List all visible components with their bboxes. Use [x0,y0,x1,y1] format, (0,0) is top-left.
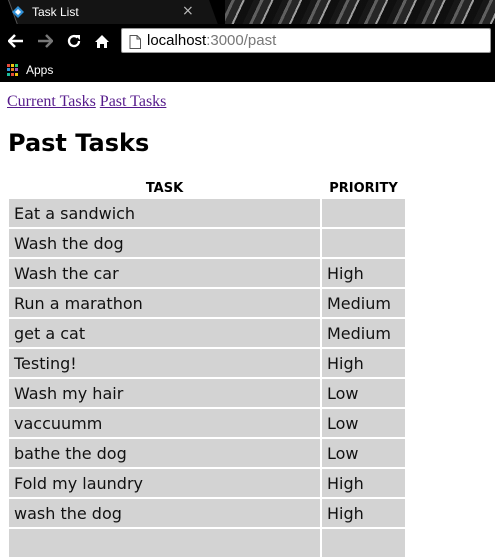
browser-chrome: Task List × localhost:3000/past Apps [0,0,495,82]
priority-cell: Low [322,439,405,467]
table-row: bathe the dog Low [9,439,405,467]
table-row: Wash the car High [9,259,405,287]
apps-bookmark[interactable]: Apps [26,63,53,77]
task-cell: Wash the dog [9,229,320,257]
forward-icon[interactable] [36,32,54,50]
task-cell: Eat a sandwich [9,199,320,227]
task-cell: bathe the dog [9,439,320,467]
priority-cell: High [322,469,405,497]
url-path: :3000/past [206,32,277,49]
apps-icon[interactable] [7,64,19,76]
priority-cell: High [322,499,405,527]
table-row: Eat a sandwich [9,199,405,227]
table-row: vaccuumm Low [9,409,405,437]
table-row: wash the dog High [9,499,405,527]
priority-cell [322,229,405,257]
table-row: Fold my laundry High [9,469,405,497]
current-tasks-link[interactable]: Current Tasks [7,93,96,110]
priority-cell: Low [322,379,405,407]
priority-cell [322,529,405,557]
priority-cell: Medium [322,319,405,347]
nav-links: Current Tasks Past Tasks [7,93,166,111]
task-cell: vaccuumm [9,409,320,437]
table-row: get a cat Medium [9,319,405,347]
url-text: localhost:3000/past [147,32,276,49]
task-cell: Fold my laundry [9,469,320,497]
bookmarks-bar: Apps [0,58,495,82]
priority-cell: High [322,349,405,377]
task-cell: Wash the car [9,259,320,287]
priority-cell: Medium [322,289,405,317]
task-column-header: TASK [145,181,184,196]
priority-cell: High [322,259,405,287]
page-icon [129,34,141,49]
new-tab-area[interactable] [225,0,495,24]
priority-cell: Low [322,409,405,437]
task-cell: Wash my hair [9,379,320,407]
address-bar[interactable]: localhost:3000/past [121,28,491,53]
tab-strip: Task List × [0,0,495,24]
task-cell: Testing! [9,349,320,377]
task-cell [9,529,320,557]
task-cell: get a cat [9,319,320,347]
favicon-icon [12,6,24,18]
priority-cell [322,199,405,227]
table-row: Testing! High [9,349,405,377]
back-icon[interactable] [7,32,25,50]
task-cell: Run a marathon [9,289,320,317]
reload-icon[interactable] [65,32,83,50]
table-row [9,529,405,557]
page-title: Past Tasks [8,129,150,157]
task-cell: wash the dog [9,499,320,527]
page-content: Current Tasks Past Tasks Past Tasks TASK… [0,82,495,557]
tasks-table: TASK PRIORITY Eat a sandwich Wash the do… [7,178,407,559]
url-host: localhost [147,32,207,49]
table-header-row: TASK PRIORITY [9,180,405,197]
tab-title: Task List [32,5,79,19]
table-row: Wash the dog [9,229,405,257]
tab-close-icon[interactable]: × [182,3,194,19]
home-icon[interactable] [93,32,111,50]
priority-column-header: PRIORITY [329,181,398,196]
table-row: Run a marathon Medium [9,289,405,317]
table-row: Wash my hair Low [9,379,405,407]
browser-tab[interactable]: Task List [12,0,79,24]
past-tasks-link[interactable]: Past Tasks [100,93,167,110]
